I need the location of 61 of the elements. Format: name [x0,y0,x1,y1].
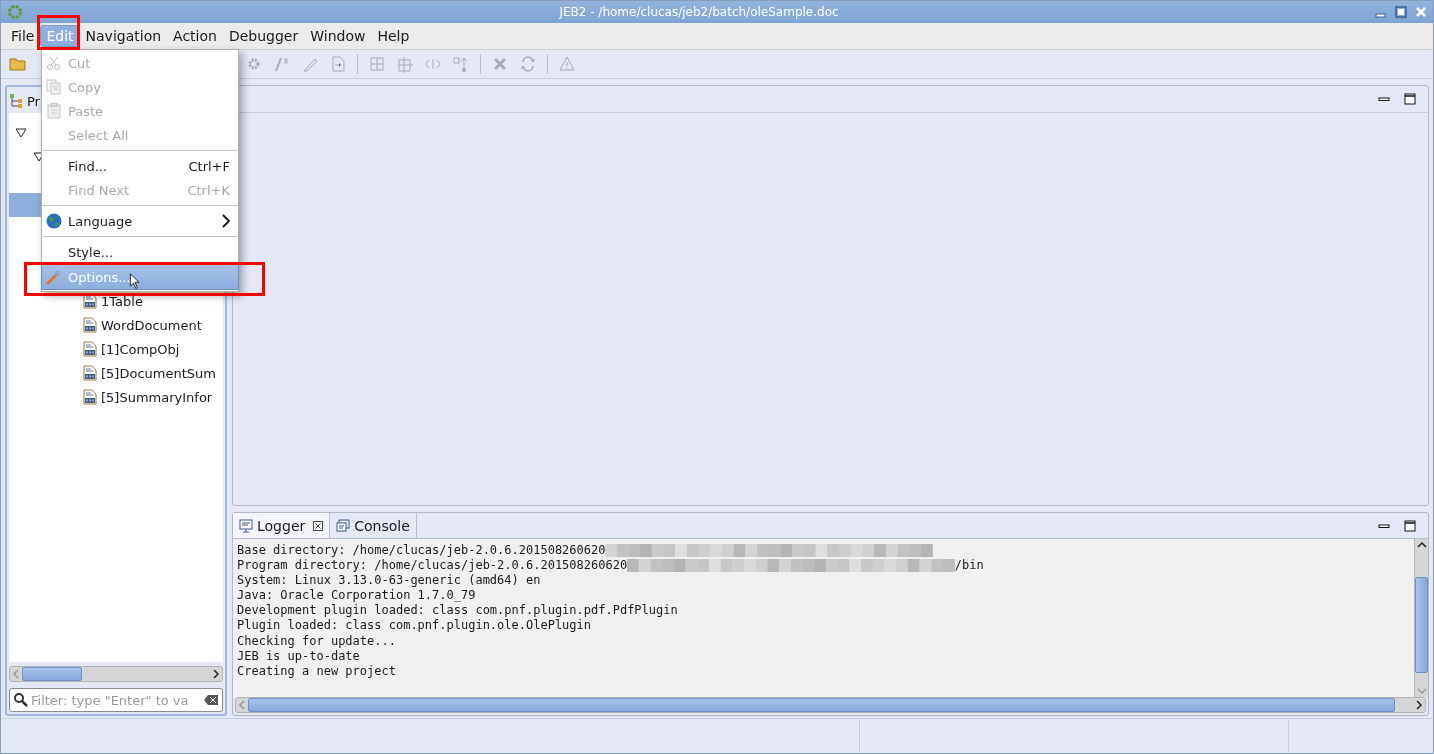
window-title: JEB2 - /home/clucas/jeb2/batch/oleSample.doc [558,5,840,19]
tree-item[interactable]: 1Table [101,293,143,309]
grid-icon[interactable] [368,55,386,73]
vertical-scrollbar[interactable] [1414,539,1428,697]
log-line: /bin [954,558,984,574]
maximize-icon[interactable] [1395,6,1407,18]
folder-icon[interactable] [9,55,27,73]
search-icon [13,692,29,708]
scissors-icon [46,55,62,71]
binary-file-icon [83,341,97,357]
menu-title[interactable]: Help [371,25,416,47]
log-line: System: Linux 3.13.0-63-generic (amd64) en [237,573,541,589]
binary-file-icon [83,389,97,405]
document-icon[interactable] [329,55,347,73]
maximize-icon[interactable] [1404,93,1416,105]
wrench-icon [46,269,62,285]
log-line: Creating a new project [237,663,396,679]
menu-item[interactable]: Find... Ctrl+F [42,154,238,178]
menu-item[interactable]: Language [42,209,238,233]
binary-file-icon [83,365,97,381]
log-line: Plugin loaded: class com.pnf.plugin.ole.OlePlugin [237,618,591,634]
binary-file-icon [83,317,97,333]
chevron-icon [222,214,230,228]
horizontal-scrollbar[interactable] [235,697,1426,713]
clipboard-icon [46,103,62,119]
menu-title[interactable]: Debugger [222,25,305,47]
tree-item[interactable]: [5]SummaryInfor [101,389,213,405]
clear-icon[interactable] [203,692,219,708]
panel-tab[interactable]: Pr [27,93,40,109]
arrows-icon[interactable] [452,55,470,73]
tree-item[interactable]: WordDocument [101,317,202,333]
log-line: Program directory: /home/clucas/jeb-2.0.6.201508260620 [237,558,628,574]
cross-icon[interactable] [491,55,509,73]
menu-title[interactable]: File [5,25,41,47]
menu-item[interactable]: Style... [42,240,238,264]
globe-icon [46,213,62,229]
console-icon [336,518,351,533]
log-line: JEB is up-to-date [237,648,360,664]
panel-tab[interactable]: Logger [233,513,331,538]
horizontal-scrollbar[interactable] [9,666,223,682]
log-line: Base directory: /home/clucas/jeb-2.0.6.201508260620 [237,543,606,559]
monitor-icon [239,518,253,533]
menu-title[interactable]: Window [304,25,372,47]
copy-icon [46,79,62,95]
menu-title[interactable]: Action [167,25,223,47]
log-line: Java: Oracle Corporation 1.7.0_79 [237,588,476,604]
expanded-arrow-icon[interactable] [15,128,27,138]
gear-icon [7,4,23,20]
warning-icon[interactable] [558,55,576,73]
refresh-icon[interactable] [519,55,537,73]
filter-field[interactable]: Filter: type "Enter" to va [9,688,223,712]
menu-title[interactable]: Navigation [79,25,168,47]
comment-icon[interactable] [273,55,291,73]
log-line: Development plugin loaded: class com.pnf.plugin.pdf.PdfPlugin [237,603,678,619]
log-line: Checking for update... [237,633,396,649]
grid-icon[interactable] [396,55,414,73]
tree-item[interactable]: [1]CompObj [101,341,180,357]
tree-item[interactable]: [5]DocumentSum [101,365,216,381]
close-icon[interactable] [313,520,324,531]
maximize-icon[interactable] [1404,519,1416,532]
tree-icon [9,93,25,109]
